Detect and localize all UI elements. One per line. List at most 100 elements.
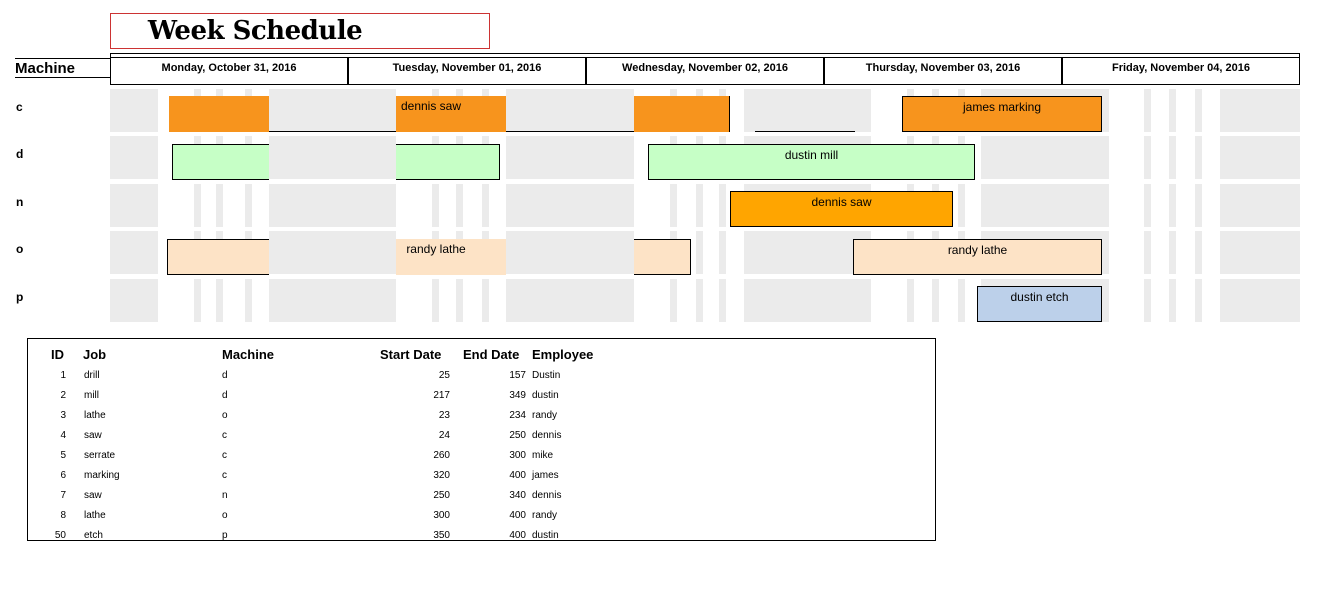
cell-start: 350 xyxy=(433,530,450,541)
cell-machine: c xyxy=(222,470,227,481)
time-slot-shading xyxy=(1220,136,1300,179)
cell-start: 320 xyxy=(433,470,450,481)
cell-employee: dennis xyxy=(532,430,562,441)
cell-start: 25 xyxy=(438,370,450,381)
time-slot-shading xyxy=(696,231,703,274)
task-label: randy lathe xyxy=(947,243,1008,257)
task-o-randy-lathe[interactable]: randy lathe xyxy=(853,239,1102,275)
task-c-james-marking[interactable]: james marking xyxy=(902,96,1102,132)
task-d-drill-end[interactable] xyxy=(396,144,500,180)
cell-employee: randy xyxy=(532,410,558,421)
lane-o: randy lathe randy lathe xyxy=(110,231,1300,275)
time-slot-shading xyxy=(1195,231,1202,274)
row-label-p: p xyxy=(16,290,24,304)
cell-job: mill xyxy=(84,390,99,401)
task-p-dustin-etch[interactable]: dustin etch xyxy=(977,286,1102,322)
time-slot-shading xyxy=(432,279,439,322)
task-c-seg2[interactable]: dennis saw xyxy=(396,96,506,132)
cell-id: 4 xyxy=(60,430,66,441)
col-header-id: ID xyxy=(51,347,64,362)
cell-job: serrate xyxy=(84,450,116,461)
task-d-drill[interactable] xyxy=(172,144,269,180)
task-o-lathe-seg3[interactable] xyxy=(634,239,691,275)
time-slot-shading xyxy=(744,231,871,274)
lane-d: dustin mill xyxy=(110,136,1300,180)
cell-id: 3 xyxy=(60,410,66,421)
cell-start: 24 xyxy=(438,430,450,441)
lane-n: dennis saw xyxy=(110,184,1300,227)
time-slot-shading xyxy=(932,279,939,322)
cell-start: 300 xyxy=(433,510,450,521)
cell-job: saw xyxy=(84,490,102,501)
row-label-o: o xyxy=(16,242,24,256)
time-slot-shading xyxy=(482,279,489,322)
cell-id: 5 xyxy=(60,450,66,461)
time-slot-shading xyxy=(506,136,634,179)
cell-start: 217 xyxy=(433,390,450,401)
serrate-line xyxy=(755,131,855,132)
cell-job: lathe xyxy=(84,410,106,421)
time-slot-shading xyxy=(110,136,158,179)
time-slot-shading xyxy=(482,184,489,227)
time-slot-shading xyxy=(269,279,396,322)
time-slot-shading xyxy=(1195,136,1202,179)
col-header-employee: Employee xyxy=(532,347,594,362)
time-slot-shading xyxy=(1220,279,1300,322)
task-label: dustin etch xyxy=(1010,290,1069,304)
time-slot-shading xyxy=(1220,231,1300,274)
task-c-seg1[interactable] xyxy=(169,96,269,132)
time-slot-shading xyxy=(1169,279,1176,322)
task-o-lathe-seg1[interactable] xyxy=(167,239,269,275)
time-slot-shading xyxy=(1144,184,1151,227)
time-slot-shading xyxy=(1144,136,1151,179)
cell-job: etch xyxy=(84,530,103,541)
cell-machine: d xyxy=(222,390,228,401)
task-d-dustin-mill[interactable]: dustin mill xyxy=(648,144,975,180)
time-slot-shading xyxy=(1220,89,1300,132)
time-slot-shading xyxy=(744,89,871,132)
task-n-dennis-saw[interactable]: dennis saw xyxy=(730,191,953,227)
time-slot-shading xyxy=(1169,231,1176,274)
cell-end: 234 xyxy=(509,410,526,421)
cell-start: 250 xyxy=(433,490,450,501)
time-slot-shading xyxy=(719,231,726,274)
time-slot-shading xyxy=(269,136,396,179)
time-slot-shading xyxy=(110,184,158,227)
page-title: Week Schedule xyxy=(147,16,363,46)
time-slot-shading xyxy=(696,279,703,322)
col-header-job: Job xyxy=(83,347,107,362)
time-slot-shading xyxy=(958,279,965,322)
day-header-friday: Friday, November 04, 2016 xyxy=(1062,57,1300,85)
time-slot-shading xyxy=(269,231,396,274)
time-slot-shading xyxy=(1220,184,1300,227)
task-label: dennis saw xyxy=(811,195,872,209)
cell-employee: Dustin xyxy=(532,370,561,381)
time-slot-shading xyxy=(670,184,677,227)
cell-machine: o xyxy=(222,410,228,421)
time-slot-shading xyxy=(110,231,158,274)
time-slot-shading xyxy=(110,89,158,132)
task-c-seg3[interactable] xyxy=(634,96,730,132)
cell-end: 400 xyxy=(509,470,526,481)
time-slot-shading xyxy=(1144,231,1151,274)
time-slot-shading xyxy=(216,184,223,227)
cell-machine: n xyxy=(222,490,228,501)
machine-column-header: Machine xyxy=(15,58,110,78)
task-o-lathe-seg2[interactable]: randy lathe xyxy=(396,239,506,275)
cell-employee: dennis xyxy=(532,490,562,501)
row-label-c: c xyxy=(16,100,23,114)
time-slot-shading xyxy=(506,279,634,322)
cell-end: 157 xyxy=(509,370,526,381)
time-slot-shading xyxy=(456,184,463,227)
time-slot-shading xyxy=(696,184,703,227)
cell-machine: o xyxy=(222,510,228,521)
time-slot-shading xyxy=(456,279,463,322)
cell-machine: c xyxy=(222,430,227,441)
time-slot-shading xyxy=(907,279,914,322)
lane-p: dustin etch xyxy=(110,279,1300,322)
time-slot-shading xyxy=(981,184,1109,227)
time-slot-shading xyxy=(719,184,726,227)
cell-end: 349 xyxy=(509,390,526,401)
day-header-tuesday: Tuesday, November 01, 2016 xyxy=(348,57,586,85)
time-slot-shading xyxy=(432,184,439,227)
